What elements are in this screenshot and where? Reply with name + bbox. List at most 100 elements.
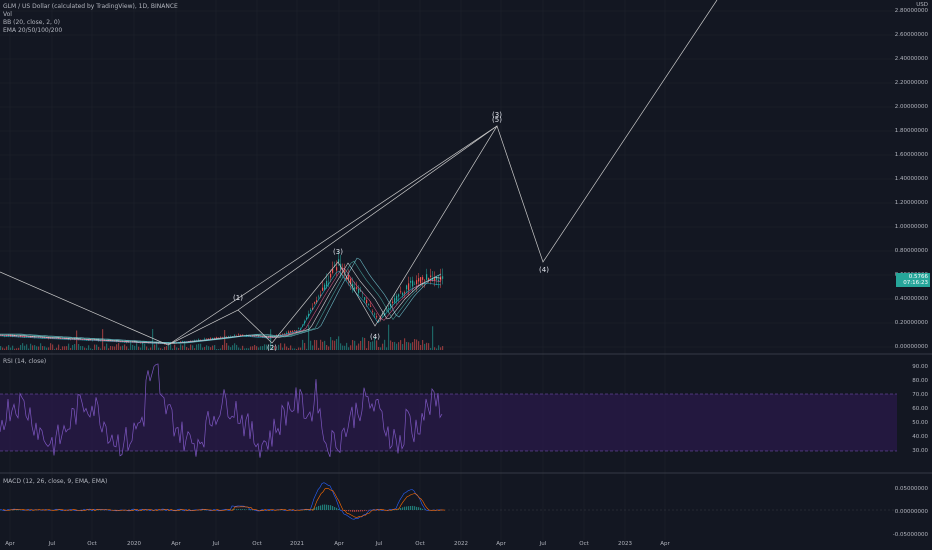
wave-label: (2) xyxy=(267,344,277,352)
volume-bar xyxy=(426,342,428,350)
volume-bar xyxy=(70,348,72,350)
candle-body xyxy=(204,338,206,340)
candle-body xyxy=(240,335,242,336)
volume-bar xyxy=(64,346,66,350)
volume-bar xyxy=(146,346,148,350)
volume-bar xyxy=(84,347,86,350)
macd-hist-bar xyxy=(326,504,328,510)
volume-bar xyxy=(388,324,390,350)
volume-bar xyxy=(180,344,182,350)
macd-legend[interactable]: MACD (12, 26, close, 9, EMA, EMA) xyxy=(3,478,107,486)
symbol-title[interactable]: GLM / US Dollar (calculated by TradingVi… xyxy=(3,3,178,11)
macd-hist-bar xyxy=(322,504,324,510)
price-tick: 2.00000000 xyxy=(894,104,928,110)
candle-body xyxy=(376,316,378,318)
chart-canvas[interactable]: (1)(2)(3)(4)(5)(3)(4) xyxy=(0,0,932,550)
volume-bar xyxy=(56,347,58,350)
price-tick: 1.80000000 xyxy=(894,128,928,134)
volume-bar xyxy=(14,348,16,350)
volume-bar xyxy=(206,345,208,350)
macd-hist-bar xyxy=(404,506,406,510)
volume-bar xyxy=(442,346,444,350)
volume-bar xyxy=(382,343,384,350)
volume-bar xyxy=(414,339,416,350)
macd-hist-bar xyxy=(422,508,424,510)
macd-hist-bar xyxy=(334,506,336,510)
volume-bar xyxy=(306,348,308,350)
macd-hist-bar xyxy=(354,510,356,512)
macd-hist-bar xyxy=(366,510,368,511)
volume-bar xyxy=(300,347,302,350)
volume-bar xyxy=(314,339,316,350)
rsi-tick: 70.00 xyxy=(912,392,928,398)
rsi-tick: 80.00 xyxy=(912,378,928,384)
volume-bar xyxy=(296,348,298,350)
volume-bar xyxy=(200,343,202,350)
volume-bar xyxy=(204,346,206,350)
volume-bar xyxy=(360,340,362,350)
macd-hist-bar xyxy=(348,510,350,512)
volume-bar xyxy=(256,346,258,350)
volume-bar xyxy=(138,346,140,350)
time-tick: Oct xyxy=(87,541,97,547)
candle-body xyxy=(238,334,240,336)
volume-bar xyxy=(194,348,196,350)
volume-bar xyxy=(214,345,216,350)
rsi-legend[interactable]: RSI (14, close) xyxy=(3,358,46,366)
price-tick: 2.60000000 xyxy=(894,32,928,38)
volume-bar xyxy=(308,324,310,350)
candle-body xyxy=(410,280,412,283)
volume-bar xyxy=(38,346,40,350)
candle-body xyxy=(298,328,300,330)
volume-bar xyxy=(96,344,98,350)
volume-bar xyxy=(318,347,320,350)
ema-legend[interactable]: EMA 20/50/100/200 xyxy=(3,27,62,35)
price-tick: 0.00000000 xyxy=(894,344,928,350)
time-tick: Apr xyxy=(334,541,344,547)
volume-bar xyxy=(190,344,192,350)
macd-hist-bar xyxy=(338,508,340,510)
bb-legend[interactable]: BB (20, close, 2, 0) xyxy=(3,19,60,27)
price-tick: 1.60000000 xyxy=(894,152,928,158)
candle-body xyxy=(318,296,320,298)
volume-bar xyxy=(42,346,44,350)
volume-bar xyxy=(140,347,142,350)
volume-bar xyxy=(2,347,4,350)
volume-bar xyxy=(398,342,400,350)
volume-bar xyxy=(358,343,360,350)
time-tick: Apr xyxy=(496,541,506,547)
wave-label: (3) xyxy=(492,111,502,119)
volume-bar xyxy=(328,346,330,350)
vol-legend[interactable]: Vol xyxy=(3,11,12,19)
volume-bar xyxy=(32,345,34,350)
candle-body xyxy=(208,338,210,340)
volume-bar xyxy=(164,346,166,350)
volume-bar xyxy=(434,347,436,350)
volume-bar xyxy=(106,343,108,350)
macd-hist-bar xyxy=(234,509,236,510)
volume-bar xyxy=(100,348,102,350)
candle-body xyxy=(314,302,316,304)
candle-body xyxy=(294,330,296,331)
grid xyxy=(0,0,897,540)
candle-body xyxy=(416,280,418,285)
volume-bar xyxy=(262,346,264,350)
volume-bar xyxy=(216,348,218,350)
candle-body xyxy=(424,280,426,282)
volume-bar xyxy=(120,346,122,350)
candle-body xyxy=(354,287,356,290)
macd-hist-bar xyxy=(408,506,410,510)
volume-bar xyxy=(260,346,262,350)
price-tick: 2.40000000 xyxy=(894,56,928,62)
candle-body xyxy=(288,331,290,333)
time-tick: 2021 xyxy=(290,541,304,547)
volume-bar xyxy=(298,347,300,350)
macd-hist-bar xyxy=(362,510,364,512)
volume-bar xyxy=(66,346,68,350)
volume-bar xyxy=(114,346,116,350)
price-candles xyxy=(0,250,444,345)
price-tick: 2.20000000 xyxy=(894,80,928,86)
rsi-tick: 90.00 xyxy=(912,364,928,370)
macd-hist-bar xyxy=(236,509,238,510)
volume-bar xyxy=(368,340,370,350)
